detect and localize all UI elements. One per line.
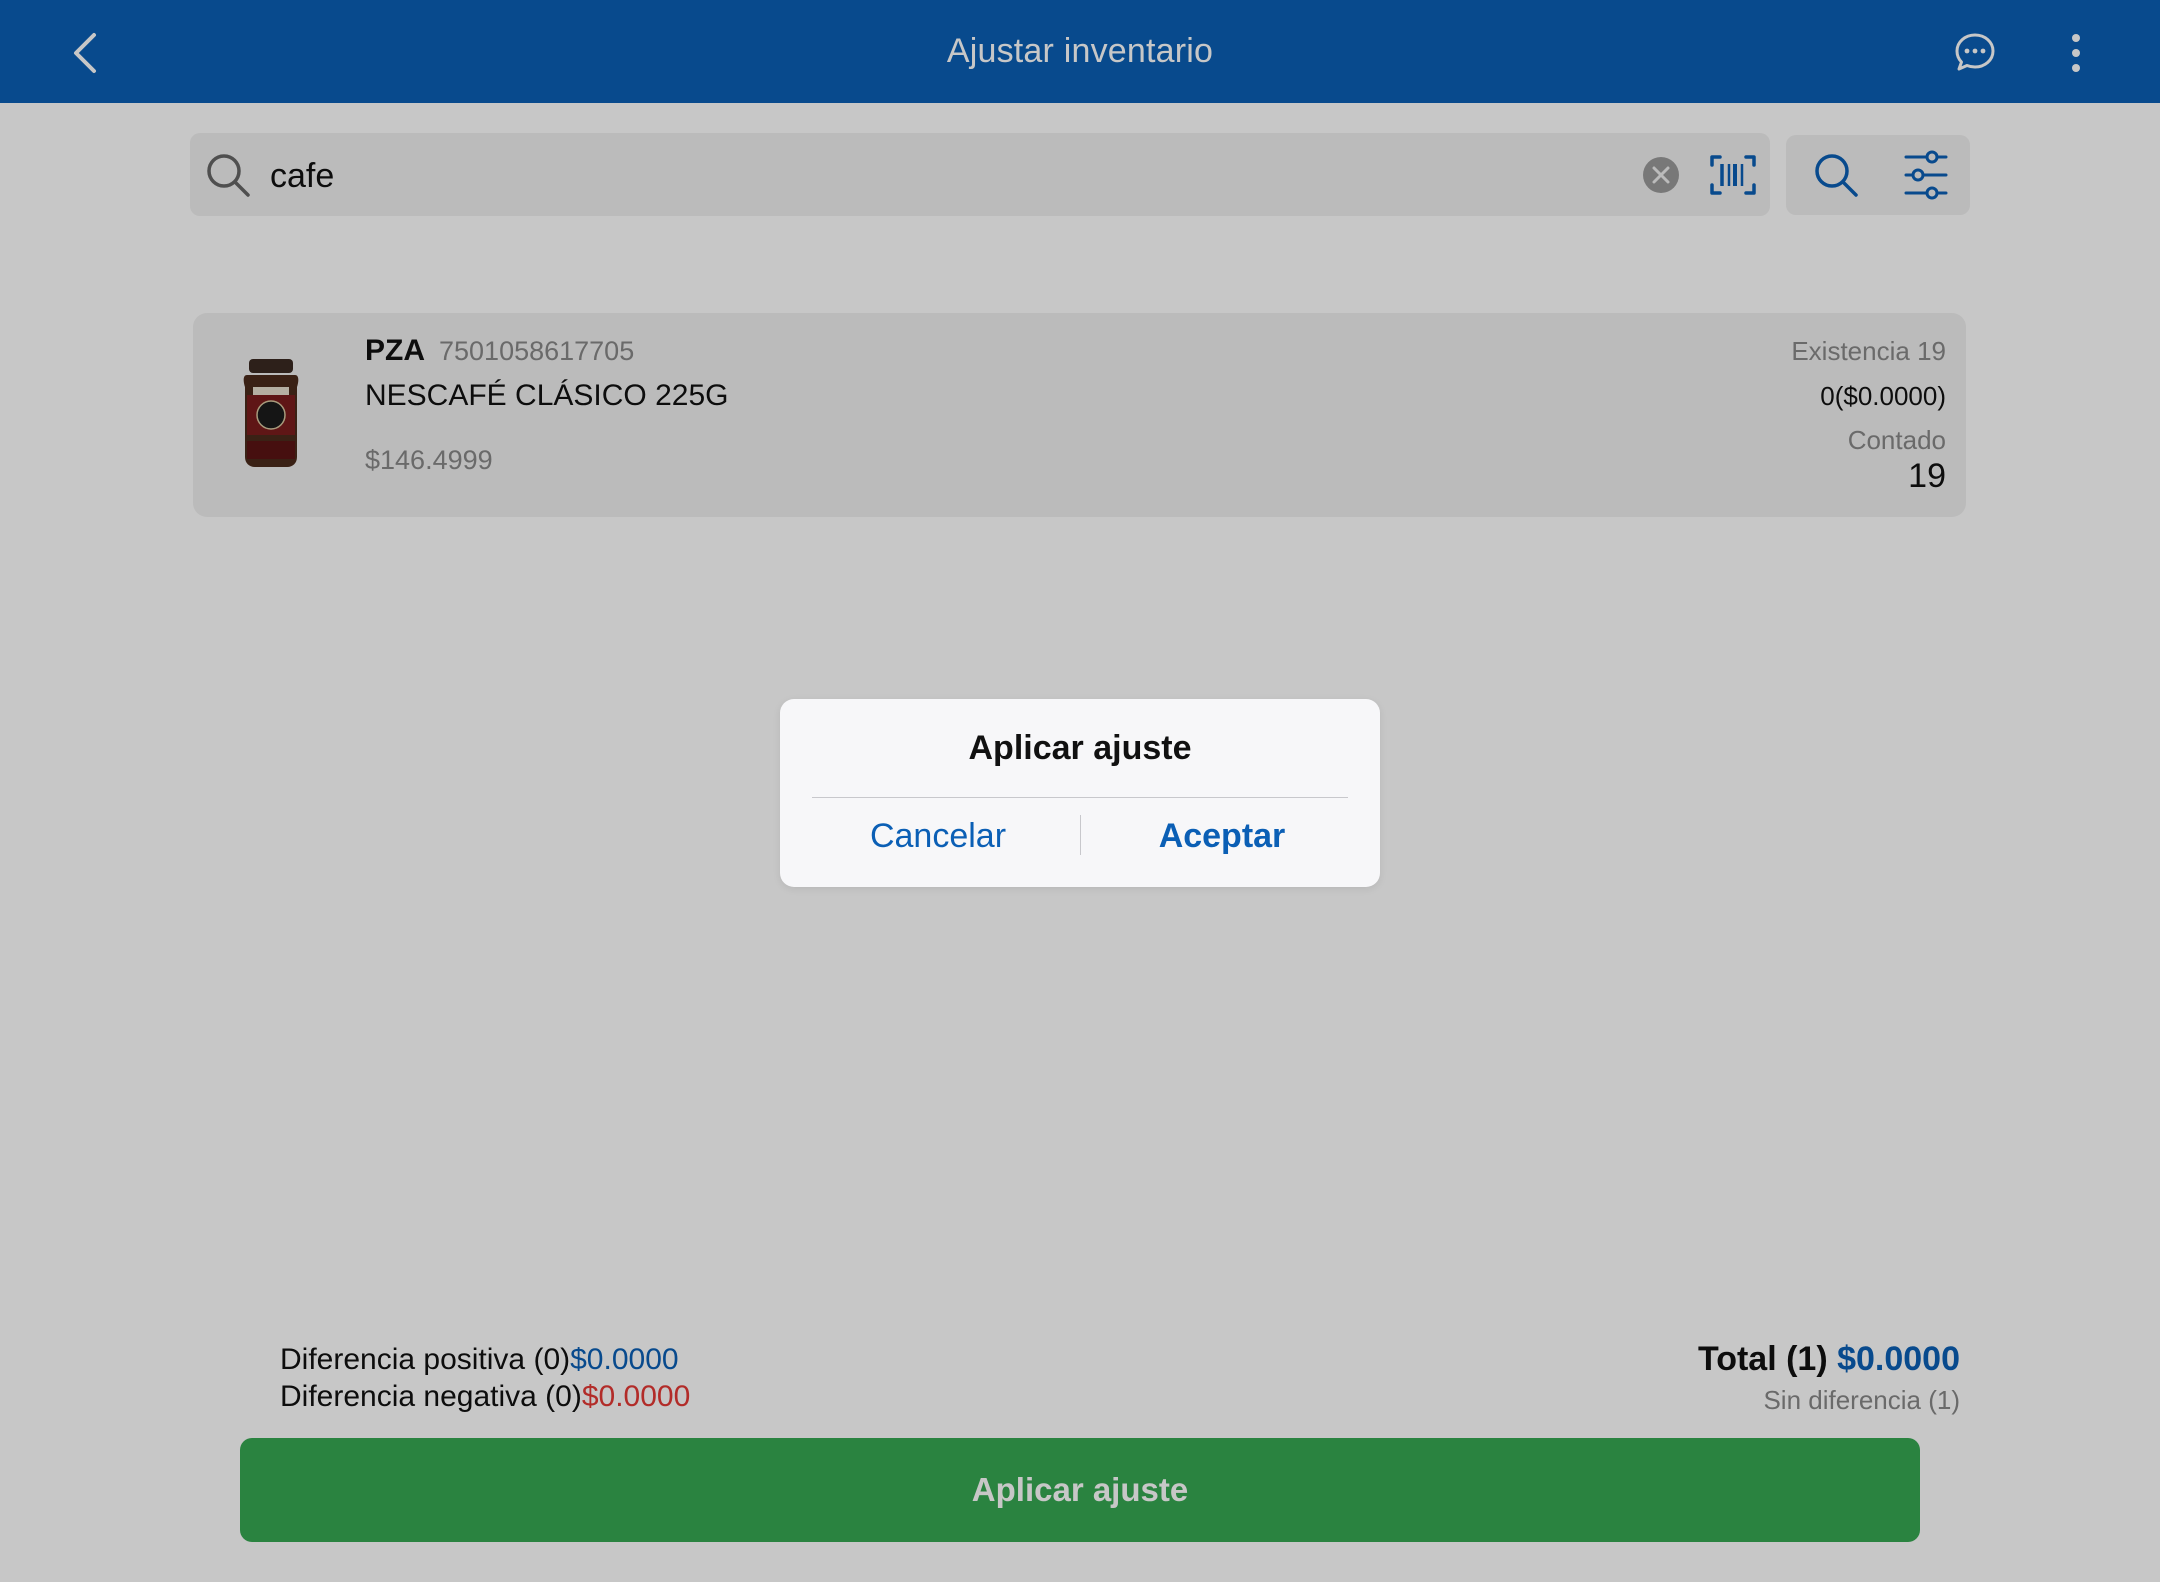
accept-button[interactable]: Aceptar [1082, 803, 1362, 869]
confirm-dialog: Aplicar ajuste Cancelar Aceptar [780, 699, 1380, 887]
cancel-button[interactable]: Cancelar [798, 803, 1078, 869]
dialog-divider [812, 797, 1348, 798]
dialog-title: Aplicar ajuste [968, 729, 1192, 767]
dialog-button-divider [1080, 815, 1081, 855]
